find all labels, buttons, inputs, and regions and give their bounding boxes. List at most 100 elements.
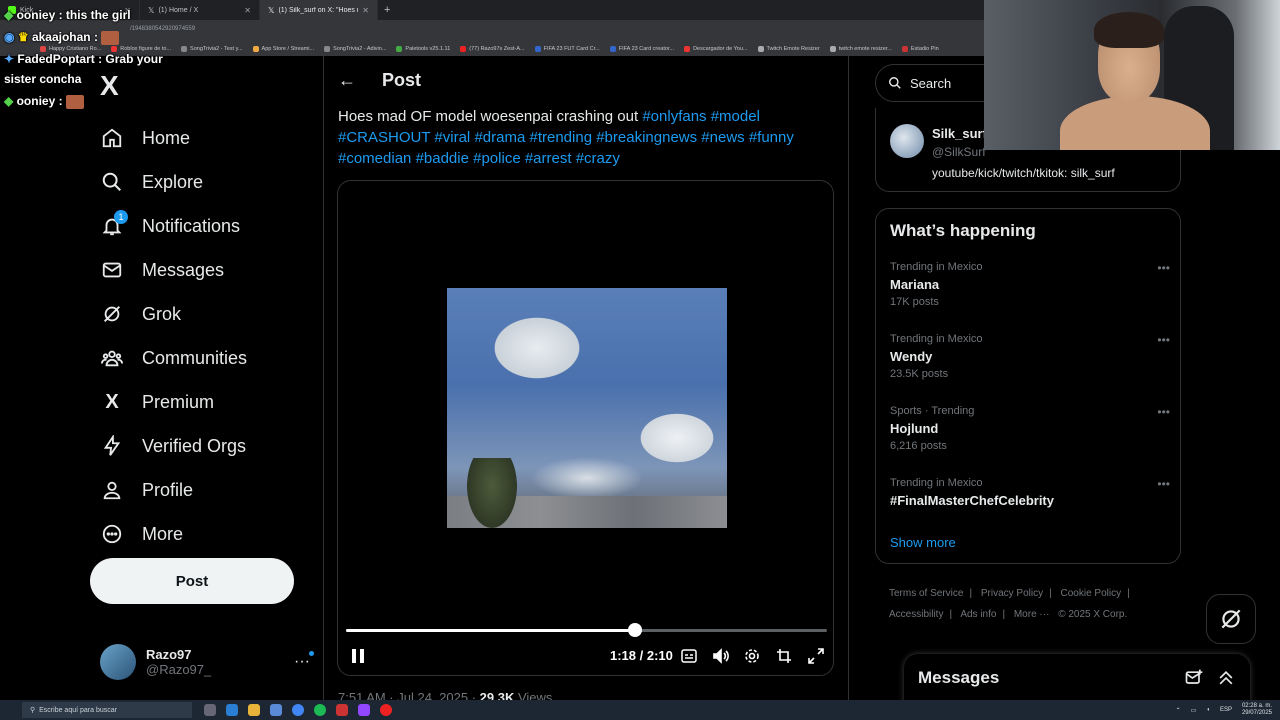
video-progress-bar[interactable]: [346, 623, 827, 637]
footer-link[interactable]: Ads info: [960, 609, 996, 620]
hashtag-link[interactable]: #model: [711, 108, 760, 125]
post-button[interactable]: Post: [90, 558, 294, 604]
network-icon[interactable]: ▭: [1191, 707, 1197, 714]
footer-link[interactable]: Accessibility: [889, 609, 943, 620]
new-tab-icon[interactable]: +: [378, 4, 396, 16]
more-dots-icon[interactable]: •••: [1157, 261, 1170, 275]
bookmark[interactable]: Twitch Emote Resizer: [757, 46, 820, 52]
sidebar-item-profile[interactable]: Profile: [100, 468, 247, 512]
hashtag-link[interactable]: #crazy: [576, 150, 620, 167]
footer-link[interactable]: Cookie Policy: [1061, 588, 1122, 599]
hashtag-link[interactable]: #arrest: [525, 150, 572, 167]
x-logo-icon[interactable]: X: [100, 70, 119, 102]
chat-user: ooniey: [16, 8, 56, 22]
volume-icon[interactable]: ◖: [1206, 707, 1210, 713]
profile-handle: @SilkSurf: [932, 145, 986, 159]
profile-name[interactable]: Silk_surf: [932, 126, 987, 141]
video-controls: 1:18 / 2:10: [338, 645, 833, 667]
hashtag-link[interactable]: #comedian: [338, 150, 411, 167]
bookmark[interactable]: App Store / Streami...: [252, 46, 314, 52]
volume-icon[interactable]: [710, 645, 732, 667]
sidebar-item-grok[interactable]: Grok: [100, 292, 247, 336]
trend-item[interactable]: Trending in Mexico Mariana 17K posts •••: [890, 261, 1170, 308]
bookmark[interactable]: FIFA 23 Card creator...: [609, 46, 674, 52]
hashtag-link[interactable]: #funny: [749, 129, 794, 146]
video-frame[interactable]: [447, 288, 727, 528]
captions-icon[interactable]: [678, 645, 700, 667]
pause-icon[interactable]: [348, 645, 368, 667]
task-view-icon[interactable]: [204, 704, 216, 716]
crown-icon: ♛: [17, 30, 29, 44]
tab-home-x[interactable]: 𝕏 (1) Home / X ✕: [140, 0, 260, 20]
trend-item[interactable]: Trending in Mexico Wendy 23.5K posts •••: [890, 333, 1170, 380]
sidebar-item-home[interactable]: Home: [100, 116, 247, 160]
hashtag-link[interactable]: #viral: [434, 129, 470, 146]
edge-icon[interactable]: [226, 704, 238, 716]
picture-in-picture-icon[interactable]: [773, 645, 795, 667]
bookmark[interactable]: twitch emote resizer...: [829, 46, 892, 52]
chevron-up-double-icon[interactable]: [1216, 668, 1236, 688]
record-icon[interactable]: [380, 704, 392, 716]
fullscreen-icon[interactable]: [805, 645, 827, 667]
settings-gear-icon[interactable]: [741, 645, 763, 667]
bookmark[interactable]: (77) Razo97s Zest-A...: [460, 46, 525, 52]
chat-message-continued: sister concha: [4, 72, 82, 86]
trend-item[interactable]: Trending in Mexico #FinalMasterChefCeleb…: [890, 477, 1170, 508]
sidebar-item-messages[interactable]: Messages: [100, 248, 247, 292]
sidebar-item-verified-orgs[interactable]: Verified Orgs: [100, 424, 247, 468]
sidebar-item-premium[interactable]: X Premium: [100, 380, 247, 424]
close-tab-icon[interactable]: ✕: [244, 6, 251, 15]
address-url[interactable]: /1948380542920974559: [130, 26, 195, 32]
chrome-icon[interactable]: [292, 704, 304, 716]
footer-more-link[interactable]: More ···: [1014, 609, 1050, 620]
sidebar-nav: Home Explore 1 Notifications Messages Gr…: [100, 116, 247, 556]
bookmark[interactable]: Descargador de You...: [684, 46, 748, 52]
trend-item[interactable]: Sports · Trending Hojlund 6,216 posts ••…: [890, 405, 1170, 452]
footer-link[interactable]: Privacy Policy: [981, 588, 1043, 599]
tray-chevron-icon[interactable]: ⌃: [1176, 707, 1181, 714]
taskbar-clock[interactable]: 02:28 a. m. 29/07/2025: [1242, 703, 1272, 717]
avatar[interactable]: [890, 124, 924, 158]
bookmark[interactable]: SongTrivia2 - Adivin...: [324, 46, 386, 52]
tab-silk-surf-post[interactable]: 𝕏(1) Silk_surf on X: "Hoes m... ✕: [260, 0, 378, 20]
grok-button[interactable]: [1206, 594, 1256, 644]
more-dots-icon[interactable]: •••: [1157, 405, 1170, 419]
account-switcher[interactable]: Razo97 @Razo97_ ···: [100, 642, 314, 682]
back-arrow-icon[interactable]: ←: [338, 70, 356, 91]
sidebar-item-communities[interactable]: Communities: [100, 336, 247, 380]
bookmark[interactable]: SongTrivia2 - Test y...: [181, 46, 243, 52]
taskbar-search-input[interactable]: ⚲ Escribe aquí para buscar: [22, 702, 192, 718]
notification-badge: 1: [114, 210, 128, 224]
new-message-icon[interactable]: [1184, 668, 1204, 688]
more-dots-icon[interactable]: •••: [1157, 477, 1170, 491]
more-dots-icon[interactable]: •••: [1157, 333, 1170, 347]
footer-link[interactable]: Terms of Service: [889, 588, 963, 599]
bookmark[interactable]: Paletools v25.1.11: [396, 46, 450, 52]
spotify-icon[interactable]: [314, 704, 326, 716]
hashtag-link[interactable]: #drama: [474, 129, 525, 146]
file-explorer-icon[interactable]: [248, 704, 260, 716]
sidebar-item-explore[interactable]: Explore: [100, 160, 247, 204]
hashtag-link[interactable]: #breakingnews: [596, 129, 697, 146]
sidebar-item-notifications[interactable]: 1 Notifications: [100, 204, 247, 248]
bookmark[interactable]: Estadio Pin: [901, 46, 939, 52]
twitch-icon[interactable]: [358, 704, 370, 716]
hashtag-link[interactable]: #trending: [529, 129, 592, 146]
sidebar-item-more[interactable]: More: [100, 512, 247, 556]
bookmark[interactable]: FIFA 23 FUT Card Cr...: [534, 46, 600, 52]
footer-separator: |: [949, 609, 953, 620]
chat-message: ◆ ooniey : this the girl: [4, 8, 131, 22]
video-progress-handle[interactable]: [627, 623, 642, 637]
hashtag-link[interactable]: #onlyfans: [642, 108, 706, 125]
hashtag-link[interactable]: #baddie: [416, 150, 469, 167]
video-player[interactable]: 1:18 / 2:10: [337, 180, 834, 676]
language-indicator[interactable]: ESP: [1220, 707, 1232, 713]
app-icon[interactable]: [336, 704, 348, 716]
hashtag-link[interactable]: #CRASHOUT: [338, 129, 430, 146]
show-more-link[interactable]: Show more: [890, 535, 956, 550]
hashtag-link[interactable]: #news: [701, 129, 744, 146]
store-icon[interactable]: [270, 704, 282, 716]
more-dots-icon[interactable]: ···: [294, 651, 314, 671]
hashtag-link[interactable]: #police: [473, 150, 521, 167]
close-tab-icon[interactable]: ✕: [362, 6, 369, 15]
